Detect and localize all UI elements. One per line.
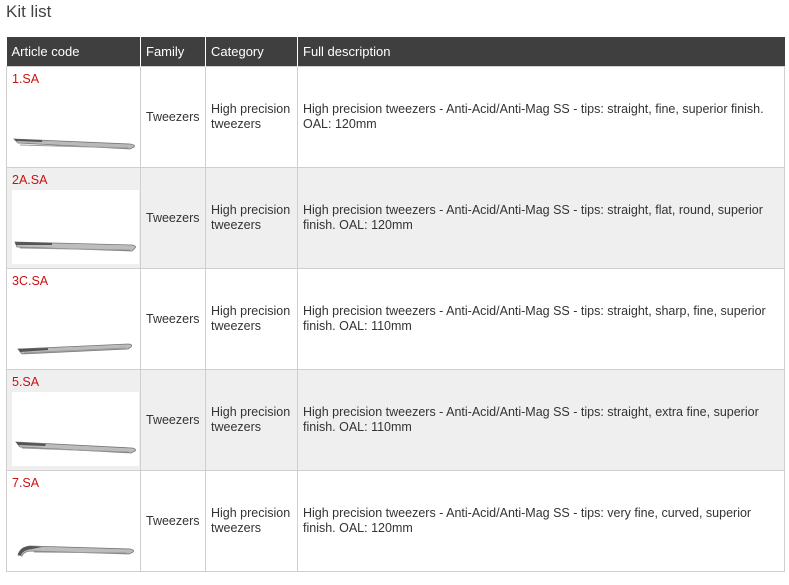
product-image[interactable]	[12, 190, 139, 264]
family-cell: Tweezers	[140, 66, 206, 168]
table-row: 5.SA Tweezers High precision tweezers Hi…	[6, 369, 785, 471]
column-header-category: Category	[205, 37, 298, 67]
description-cell: High precision tweezers - Anti-Acid/Anti…	[297, 268, 785, 370]
tweezers-icon	[15, 441, 136, 454]
article-code-cell: 5.SA	[6, 369, 141, 471]
article-code-cell: 7.SA	[6, 470, 141, 572]
category-cell: High precision tweezers	[205, 268, 298, 370]
description-cell: High precision tweezers - Anti-Acid/Anti…	[297, 470, 785, 572]
category-cell: High precision tweezers	[205, 470, 298, 572]
tweezers-icon	[17, 343, 132, 355]
product-image[interactable]	[12, 291, 139, 365]
family-cell: Tweezers	[140, 369, 206, 471]
table-row: 7.SA Tweezers High precision tweezers Hi…	[6, 470, 785, 572]
article-code-link[interactable]: 1.SA	[12, 72, 39, 87]
tweezers-icon	[12, 138, 135, 150]
table-row: 3C.SA Tweezers High precision tweezers H…	[6, 268, 785, 370]
table-row: 2A.SA Tweezers High precision tweezers H…	[6, 167, 785, 269]
description-cell: High precision tweezers - Anti-Acid/Anti…	[297, 167, 785, 269]
article-code-link[interactable]: 2A.SA	[12, 173, 47, 188]
article-code-cell: 1.SA	[6, 66, 141, 168]
page-title: Kit list	[6, 2, 52, 21]
table-header-row: Article code Family Category Full descri…	[6, 37, 785, 67]
article-code-link[interactable]: 7.SA	[12, 476, 39, 491]
article-code-cell: 3C.SA	[6, 268, 141, 370]
column-header-family: Family	[140, 37, 206, 67]
table-row: 1.SA Tweezers High precision tweezers Hi…	[6, 66, 785, 168]
column-header-full-description: Full description	[297, 37, 785, 67]
column-header-article-code: Article code	[6, 37, 141, 67]
tweezers-icon	[17, 545, 134, 557]
description-cell: High precision tweezers - Anti-Acid/Anti…	[297, 369, 785, 471]
product-image[interactable]	[12, 392, 139, 466]
category-cell: High precision tweezers	[205, 369, 298, 471]
tweezers-icon	[14, 241, 136, 252]
family-cell: Tweezers	[140, 470, 206, 572]
description-cell: High precision tweezers - Anti-Acid/Anti…	[297, 66, 785, 168]
kit-table: Article code Family Category Full descri…	[6, 37, 785, 572]
product-image[interactable]	[12, 89, 139, 163]
family-cell: Tweezers	[140, 167, 206, 269]
article-code-link[interactable]: 5.SA	[12, 375, 39, 390]
article-code-cell: 2A.SA	[6, 167, 141, 269]
article-code-link[interactable]: 3C.SA	[12, 274, 48, 289]
category-cell: High precision tweezers	[205, 66, 298, 168]
family-cell: Tweezers	[140, 268, 206, 370]
product-image[interactable]	[12, 493, 139, 567]
category-cell: High precision tweezers	[205, 167, 298, 269]
